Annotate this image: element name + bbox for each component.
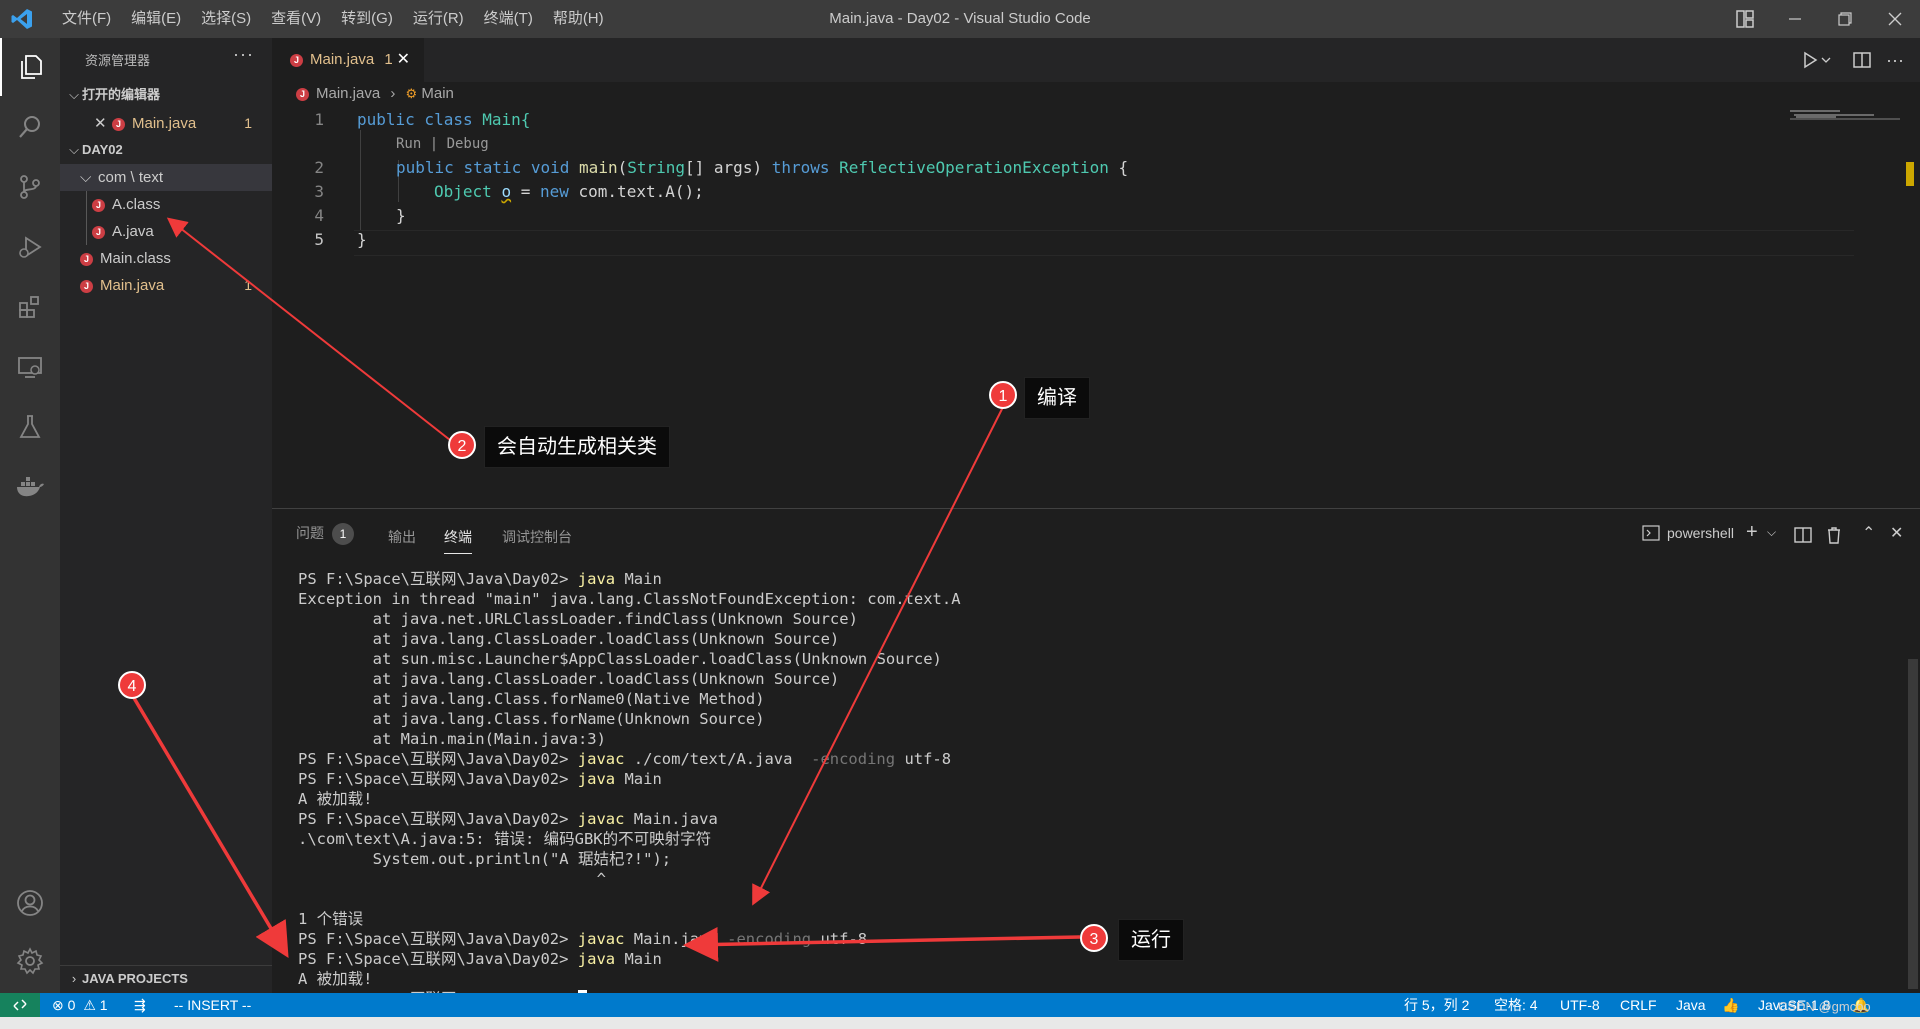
arrow-compile [752, 406, 1004, 906]
annotation-number-1: 1 [989, 381, 1017, 409]
annotation-label-run: 运行 [1118, 919, 1184, 961]
arrow-output [132, 697, 289, 959]
arrow-run [683, 926, 1081, 962]
annotation-number-3: 3 [1080, 924, 1108, 952]
annotation-label-generated: 会自动生成相关类 [484, 426, 670, 468]
arrow-generated-class [166, 217, 451, 441]
annotation-number-4: 4 [118, 671, 146, 699]
annotation-arrows [132, 217, 1081, 962]
annotation-number-2: 2 [448, 431, 476, 459]
annotation-label-compile: 编译 [1024, 377, 1090, 419]
